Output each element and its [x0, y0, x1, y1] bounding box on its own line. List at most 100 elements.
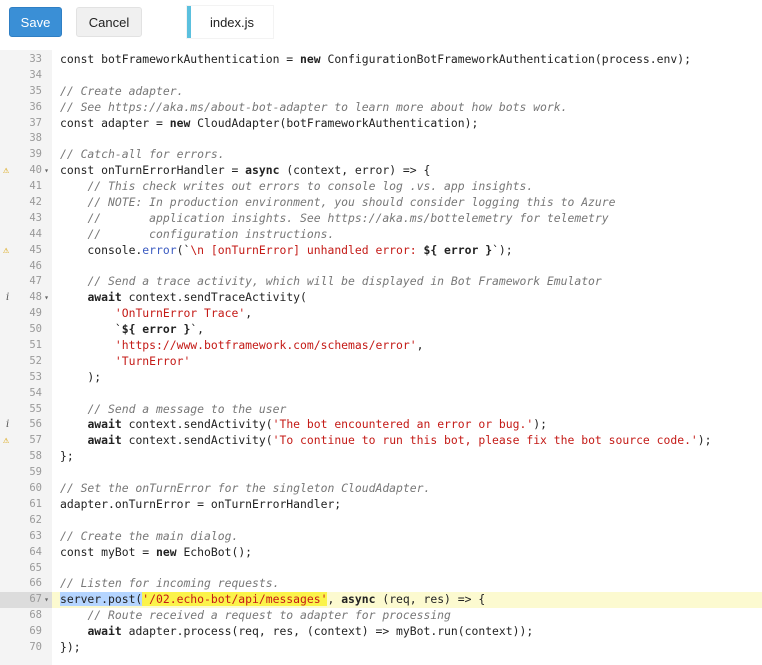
code-token: ${ error }	[121, 322, 191, 337]
line-number: 53	[29, 370, 42, 383]
cancel-button[interactable]: Cancel	[76, 7, 142, 37]
warning-icon[interactable]: ⚠	[3, 243, 9, 259]
code-text: server.post('/02.echo-bot/api/messages',…	[60, 592, 485, 608]
code-token: adapter.onTurnError = onTurnErrorHandler…	[60, 496, 342, 511]
code-token: // Set the onTurnError for the singleton…	[60, 481, 431, 496]
code-token: // Catch-all for errors.	[60, 147, 225, 162]
code-line[interactable]: 69 await adapter.process(req, res, (cont…	[0, 624, 762, 640]
code-line[interactable]: 65	[0, 561, 762, 577]
line-number: 47	[29, 275, 42, 288]
code-line[interactable]: 63 // Create the main dialog.	[0, 529, 762, 545]
code-text: // configuration instructions.	[60, 227, 334, 243]
save-button[interactable]: Save	[9, 7, 62, 37]
code-line[interactable]: 62	[0, 513, 762, 529]
code-line[interactable]: ⚠ 57 await context.sendActivity('To conti…	[0, 433, 762, 449]
code-line[interactable]: 70});	[0, 640, 762, 656]
code-text: await adapter.process(req, res, (context…	[60, 624, 533, 640]
gutter-cell: 68	[0, 608, 52, 624]
code-line[interactable]: 47 // Send a trace activity, which will …	[0, 274, 762, 290]
code-line[interactable]: 44 // configuration instructions.	[0, 227, 762, 243]
code-line[interactable]: 46	[0, 259, 762, 275]
file-tab-index-js[interactable]: index.js	[187, 6, 273, 38]
line-number: 34	[29, 68, 42, 81]
code-line[interactable]: i 56 await context.sendActivity('The bot …	[0, 417, 762, 433]
code-text: await context.sendTraceActivity(	[60, 290, 306, 306]
code-line[interactable]: 49 'OnTurnError Trace',	[0, 306, 762, 322]
code-token: \n [onTurnError] unhandled error:	[190, 242, 424, 257]
line-number: 61	[29, 497, 42, 510]
line-number: 66	[29, 577, 42, 590]
gutter-cell: 65	[0, 561, 52, 577]
code-line[interactable]: 61 adapter.onTurnError = onTurnErrorHandl…	[0, 497, 762, 513]
line-number: 64	[29, 545, 42, 558]
line-number: 49	[29, 307, 42, 320]
fold-arrow-icon[interactable]: ▾	[44, 592, 49, 608]
info-icon[interactable]: i	[6, 417, 9, 433]
line-number: 46	[29, 259, 42, 272]
code-token: (`	[176, 242, 191, 257]
code-token: await	[87, 433, 122, 448]
code-line[interactable]: 33 const botFrameworkAuthentication = new…	[0, 52, 762, 68]
warning-icon[interactable]: ⚠	[3, 433, 9, 449]
code-line[interactable]: 52 'TurnError'	[0, 354, 762, 370]
info-icon[interactable]: i	[6, 290, 9, 306]
code-lines[interactable]: 33 const botFrameworkAuthentication = new…	[0, 52, 762, 656]
code-line[interactable]: 54	[0, 386, 762, 402]
code-line[interactable]: i 48 ▾ await context.sendTraceActivity(	[0, 290, 762, 306]
code-line[interactable]: 37 const adapter = new CloudAdapter(botFr…	[0, 116, 762, 132]
code-line[interactable]: 34	[0, 68, 762, 84]
line-number: 51	[29, 339, 42, 352]
code-line[interactable]: 53 );	[0, 370, 762, 386]
code-token: `,	[190, 322, 205, 337]
code-text: const botFrameworkAuthentication = new C…	[60, 52, 691, 68]
code-token: // Create the main dialog.	[60, 528, 239, 543]
code-line[interactable]: 35 // Create adapter.	[0, 84, 762, 100]
code-line[interactable]: 66 // Listen for incoming requests.	[0, 576, 762, 592]
code-line[interactable]: 36 // See https://aka.ms/about-bot-adapte…	[0, 100, 762, 116]
line-number: 33	[29, 53, 42, 65]
gutter-cell: 64	[0, 545, 52, 561]
code-line[interactable]: 68 // Route received a request to adapte…	[0, 608, 762, 624]
code-line[interactable]: 59	[0, 465, 762, 481]
fold-arrow-icon[interactable]: ▾	[44, 163, 49, 179]
code-text: await context.sendActivity('To continue …	[60, 433, 711, 449]
code-line[interactable]: 67 ▾ server.post('/02.echo-bot/api/message…	[0, 592, 762, 609]
code-line[interactable]: 38	[0, 131, 762, 147]
code-line[interactable]: 64 const myBot = new EchoBot();	[0, 545, 762, 561]
line-number: 60	[29, 482, 42, 495]
gutter-cell: 54	[0, 386, 52, 402]
code-line[interactable]: ⚠ 40 ▾ const onTurnErrorHandler = async (co…	[0, 163, 762, 179]
code-line[interactable]: 58};	[0, 449, 762, 465]
code-line[interactable]: 42 // NOTE: In production environment, y…	[0, 195, 762, 211]
code-line[interactable]: ⚠ 45 console.error(`\n [onTurnError] unha…	[0, 243, 762, 259]
code-text: // NOTE: In production environment, you …	[60, 195, 615, 211]
code-line[interactable]: 51 'https://www.botframework.com/schemas…	[0, 338, 762, 354]
code-editor[interactable]: 33 const botFrameworkAuthentication = new…	[0, 50, 762, 665]
code-token: context.sendActivity(	[121, 417, 273, 432]
fold-arrow-icon[interactable]: ▾	[44, 290, 49, 306]
code-text: );	[60, 370, 101, 386]
gutter-cell: 66	[0, 576, 52, 592]
code-line[interactable]: 39 // Catch-all for errors.	[0, 147, 762, 163]
code-line[interactable]: 41 // This check writes out errors to co…	[0, 179, 762, 195]
code-line[interactable]: 55 // Send a message to the user	[0, 402, 762, 418]
code-token: ,	[416, 338, 424, 353]
gutter-cell: ⚠ 45	[0, 243, 52, 259]
code-line[interactable]: 60 // Set the onTurnError for the singlet…	[0, 481, 762, 497]
gutter-cell: 47	[0, 274, 52, 290]
gutter-cell: 62	[0, 513, 52, 529]
code-token: // configuration instructions.	[87, 226, 335, 241]
line-number: 59	[29, 466, 42, 479]
code-token: ,	[245, 306, 253, 321]
warning-icon[interactable]: ⚠	[3, 163, 9, 179]
code-token: // See https://aka.ms/about-bot-adapter …	[60, 99, 568, 114]
code-line[interactable]: 50 `${ error }`,	[0, 322, 762, 338]
line-number: 65	[29, 561, 42, 574]
code-token: ${ error }	[423, 242, 493, 257]
code-line[interactable]: 43 // application insights. See https://…	[0, 211, 762, 227]
